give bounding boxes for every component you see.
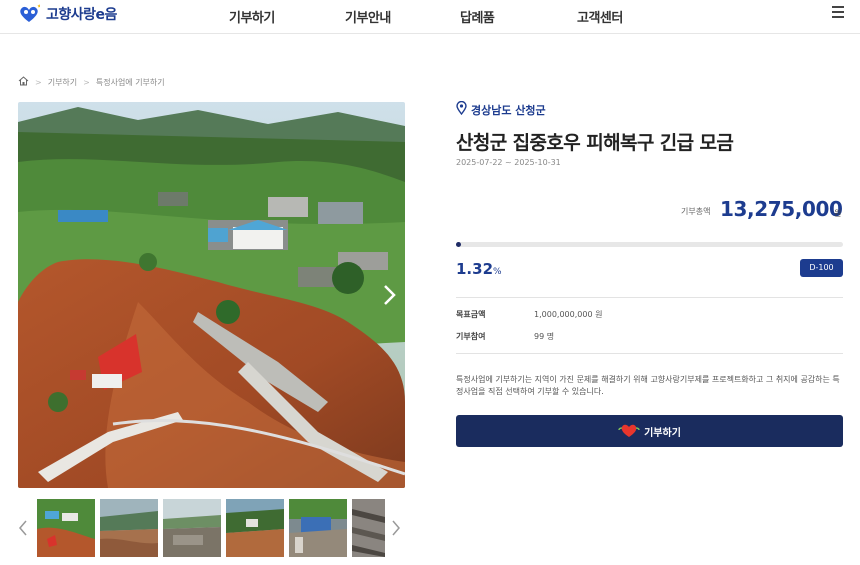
photo-next-arrow-icon[interactable] — [381, 284, 397, 306]
breadcrumb-item-donate[interactable]: 기부하기 — [48, 77, 77, 88]
thumbnail-1[interactable] — [37, 499, 95, 557]
hamburger-menu-icon[interactable] — [832, 6, 844, 18]
project-description: 특정사업에 기부하기는 지역이 가진 문제를 해결하기 위해 고향사랑기부제를 … — [456, 375, 840, 396]
thumbnail-strip — [18, 499, 408, 559]
breadcrumb-item-project-donation[interactable]: 특정사업에 기부하기 — [96, 77, 165, 88]
nav-customer-center[interactable]: 고객센터 — [577, 7, 623, 26]
donation-progress-fill — [456, 242, 462, 247]
total-donation-unit: 원 — [834, 209, 842, 218]
goal-amount-label: 목표금액 — [456, 310, 486, 319]
thumbnail-6[interactable] — [352, 499, 385, 557]
location-pin-icon — [456, 100, 467, 118]
goal-amount-value: 1,000,000,000 원 — [534, 310, 603, 319]
thumbnail-4[interactable] — [226, 499, 284, 557]
thumbnail-5[interactable] — [289, 499, 347, 557]
progress-percent-value: 1.32 — [456, 260, 494, 278]
donation-progress-bar — [456, 242, 843, 247]
site-header: 고향사랑e음 기부하기 기부안내 답례품 고객센터 — [0, 0, 860, 34]
nav-donation-guide[interactable]: 기부안내 — [345, 7, 391, 26]
nav-gifts[interactable]: 답례품 — [460, 7, 495, 26]
region-label: 경상남도 산청군 — [471, 103, 546, 117]
total-donation-amount: 13,275,000 — [720, 197, 843, 221]
donate-button-label: 기부하기 — [644, 427, 681, 439]
nav-donate[interactable]: 기부하기 — [229, 7, 275, 26]
thumbnail-prev-arrow-icon[interactable] — [18, 519, 28, 537]
dday-badge: D-100 — [800, 259, 843, 277]
progress-percent-unit: % — [493, 267, 502, 277]
home-icon[interactable] — [18, 76, 29, 88]
info-divider — [456, 353, 843, 354]
project-region: 경상남도 산청군 — [456, 100, 546, 118]
project-period: 2025-07-22 ~ 2025-10-31 — [456, 158, 561, 167]
breadcrumb-separator-icon: > — [35, 77, 42, 87]
main-project-photo[interactable] — [18, 102, 405, 488]
participants-label: 기부참여 — [456, 332, 486, 341]
info-divider — [456, 297, 843, 298]
thumbnail-2[interactable] — [100, 499, 158, 557]
breadcrumb-separator-icon: > — [83, 77, 90, 87]
heart-icon — [618, 422, 640, 441]
donate-button[interactable]: 기부하기 — [456, 415, 843, 447]
participants-value: 99 명 — [534, 332, 555, 341]
breadcrumb: > 기부하기 > 특정사업에 기부하기 — [18, 76, 165, 88]
progress-percent: 1.32% — [456, 260, 502, 278]
thumbnail-3[interactable] — [163, 499, 221, 557]
project-title: 산청군 집중호우 피해복구 긴급 모금 — [456, 132, 734, 154]
main-nav: 기부하기 기부안내 답례품 고객센터 — [0, 7, 860, 27]
total-donation-label: 기부총액 — [681, 207, 711, 216]
thumbnail-next-arrow-icon[interactable] — [391, 519, 401, 537]
